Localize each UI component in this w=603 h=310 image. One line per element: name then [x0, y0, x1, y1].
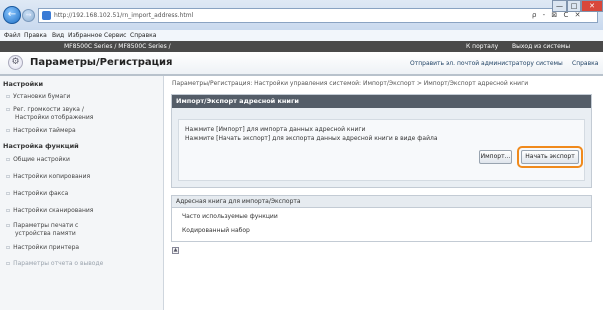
mail-admin-link[interactable]: Отправить эл. почтой администратору сист…: [410, 60, 563, 67]
address-book-panel: Адресная книга для импорта/Экспорта Част…: [171, 195, 592, 242]
bullet-icon: ▫: [6, 244, 11, 251]
instruction-import: Нажмите [Импорт] для импорта данных адре…: [185, 126, 366, 133]
menu-tools[interactable]: Сервис: [104, 32, 126, 39]
menu-favorites[interactable]: Избранное: [68, 32, 102, 39]
sidebar-item-label: Общие настройки: [13, 156, 70, 163]
close-icon: ✕: [589, 2, 595, 10]
coded-dial-label: Кодированный набор: [182, 227, 250, 234]
sidebar-item-label: Настройки принтера: [13, 244, 80, 251]
sidebar-item-scan[interactable]: ▫ Настройки сканирования: [6, 207, 93, 214]
back-arrow-icon: ←: [7, 9, 17, 20]
sidebar-section-functions: Настройка функций: [3, 142, 79, 150]
bullet-icon: ▫: [6, 173, 11, 180]
sidebar-item-copy[interactable]: ▫ Настройки копирования: [6, 173, 90, 180]
panel2-title: Адресная книга для импорта/Экспорта: [172, 196, 591, 208]
sidebar-item-volume[interactable]: ▫ Рег. громкости звука /: [6, 106, 84, 113]
forward-button[interactable]: →: [22, 9, 35, 22]
sidebar-item-volume-cont[interactable]: Настройки отображения: [15, 114, 93, 121]
menu-help[interactable]: Справка: [130, 32, 156, 39]
sidebar-item-output-report[interactable]: ▫ Параметры отчета о выводе: [6, 260, 103, 267]
sidebar-item-label: Настройки таймера: [13, 127, 76, 134]
bullet-icon: ▫: [6, 93, 11, 100]
bullet-icon: ▫: [6, 222, 11, 229]
export-button[interactable]: Начать экспорт: [521, 150, 579, 164]
sidebar-section-settings: Настройки: [3, 80, 44, 88]
device-bar: MF8500C Series / MF8500C Series / К порт…: [0, 41, 603, 52]
sidebar-item-paper[interactable]: ▫ Установки бумаги: [6, 93, 70, 100]
breadcrumb: Параметры/Регистрация: Настройки управле…: [172, 80, 529, 87]
portal-link[interactable]: К порталу: [466, 43, 498, 50]
sidebar-item-memory-print[interactable]: ▫ Параметры печати с: [6, 222, 78, 229]
menu-view[interactable]: Вид: [52, 32, 64, 39]
bullet-icon: ▫: [6, 190, 11, 197]
sidebar-item-label: Параметры отчета о выводе: [13, 260, 104, 267]
instruction-export: Нажмите [Начать экспорт] для экспорта да…: [185, 135, 438, 142]
sidebar-item-printer[interactable]: ▫ Настройки принтера: [6, 244, 79, 251]
menu-edit[interactable]: Правка: [24, 32, 47, 39]
import-button[interactable]: Импорт...: [479, 150, 512, 164]
help-link[interactable]: Справка: [572, 60, 598, 67]
browser-window: ← → http://192.168.102.51/rn_import_addr…: [0, 0, 603, 310]
site-icon: [42, 11, 51, 20]
sidebar-item-label: Установки бумаги: [13, 93, 71, 100]
scroll-top-icon[interactable]: ▲: [172, 247, 179, 254]
minimize-icon: —: [556, 2, 563, 10]
forward-arrow-icon: →: [25, 11, 32, 19]
bullet-icon: ▫: [6, 127, 11, 134]
page-header: ⚙ Параметры/Регистрация Отправить эл. по…: [0, 52, 603, 76]
close-button[interactable]: ✕: [581, 0, 603, 12]
back-button[interactable]: ←: [3, 6, 21, 24]
menu-file[interactable]: Файл: [4, 32, 21, 39]
settings-icon: ⚙: [8, 55, 23, 70]
sidebar-item-timer[interactable]: ▫ Настройки таймера: [6, 127, 76, 134]
sidebar-item-memory-print-cont[interactable]: устройства памяти: [15, 230, 76, 237]
page-title: Параметры/Регистрация: [30, 57, 173, 68]
import-export-panel: Импорт/Экспорт адресной книги Нажмите [И…: [171, 94, 592, 188]
panel-title: Импорт/Экспорт адресной книги: [172, 95, 591, 108]
panel-body: Нажмите [Импорт] для импорта данных адре…: [172, 108, 591, 187]
sidebar-item-label: Настройки факса: [13, 190, 69, 197]
address-url[interactable]: http://192.168.102.51/rn_import_address.…: [54, 12, 193, 19]
sidebar-item-fax[interactable]: ▫ Настройки факса: [6, 190, 68, 197]
logout-link[interactable]: Выход из системы: [512, 43, 570, 50]
device-title: MF8500C Series / MF8500C Series /: [64, 43, 171, 50]
maximize-icon: □: [570, 2, 578, 10]
sidebar-item-label: Рег. громкости звука /: [13, 106, 84, 113]
bullet-icon: ▫: [6, 106, 11, 113]
sidebar-item-label: Настройки копирования: [13, 173, 91, 180]
bullet-icon: ▫: [6, 207, 11, 214]
minimize-button[interactable]: —: [552, 0, 567, 12]
instructions-box: Нажмите [Импорт] для импорта данных адре…: [178, 119, 585, 181]
browser-toolbar: ← → http://192.168.102.51/rn_import_addr…: [0, 0, 603, 30]
address-bar[interactable]: http://192.168.102.51/rn_import_address.…: [38, 8, 598, 23]
address-tools[interactable]: ρ - ⊠ C ✕: [532, 11, 583, 19]
maximize-button[interactable]: □: [567, 0, 581, 12]
frequent-functions-label: Часто используемые функции: [182, 213, 278, 220]
sidebar: Настройки ▫ Установки бумаги ▫ Рег. громко…: [0, 76, 164, 310]
sidebar-item-label: Параметры печати с: [13, 222, 79, 229]
sidebar-item-label: Настройки сканирования: [13, 207, 94, 214]
bullet-icon: ▫: [6, 156, 11, 163]
sidebar-item-general[interactable]: ▫ Общие настройки: [6, 156, 70, 163]
bullet-icon: ▫: [6, 260, 11, 267]
